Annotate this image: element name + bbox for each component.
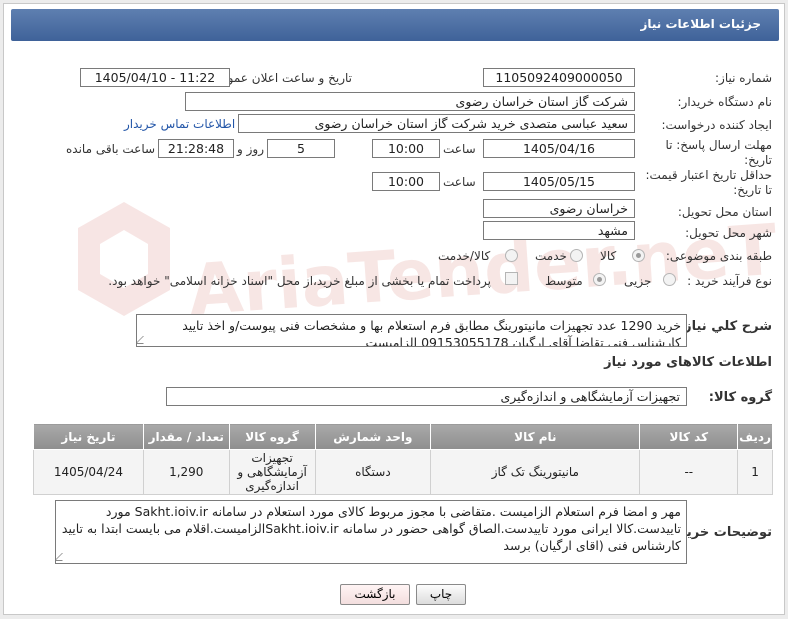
- deadline-time-label: ساعت: [443, 142, 476, 156]
- buyer-notes-textarea[interactable]: مهر و امضا فرم استعلام الزامیست .متقاضی …: [55, 500, 687, 564]
- purchase-medium-label: متوسط: [545, 274, 583, 288]
- days-label: روز و: [237, 142, 264, 156]
- buyer-org-label: نام دستگاه خریدار:: [677, 95, 773, 109]
- deadline-date-field: 1405/04/16: [483, 139, 635, 158]
- validity-label-line2: تا تاریخ:: [733, 183, 772, 197]
- category-goods-label: کالا: [600, 249, 617, 263]
- remaining-time-field: 21:28:48: [158, 139, 234, 158]
- province-field: خراسان رضوی: [483, 199, 635, 218]
- validity-time-label: ساعت: [443, 175, 476, 189]
- creator-field: سعید عباسی متصدی خرید شرکت گاز استان خرا…: [238, 114, 635, 133]
- purchase-type-label: نوع فرآیند خرید :: [687, 274, 772, 288]
- category-goods-service-radio[interactable]: [505, 249, 518, 262]
- purchase-medium-radio[interactable]: [593, 273, 606, 286]
- description-text: خرید 1290 عدد تجهیزات مانیتورینگ مطابق ف…: [182, 318, 681, 347]
- purchase-small-radio[interactable]: [663, 273, 676, 286]
- validity-date-field: 1405/05/15: [483, 172, 635, 191]
- category-goods-radio[interactable]: [632, 249, 645, 262]
- days-field: 5: [267, 139, 335, 158]
- buyer-notes-text: مهر و امضا فرم استعلام الزامیست .متقاضی …: [61, 504, 681, 553]
- col-row: ردیف: [737, 423, 773, 450]
- city-label: شهر محل تحویل:: [685, 226, 772, 240]
- page-title: جزئیات اطلاعات نیاز: [640, 17, 761, 31]
- col-unit: واحد شمارش: [314, 423, 432, 450]
- cell-code: --: [639, 449, 739, 495]
- back-button[interactable]: بازگشت: [340, 584, 410, 605]
- resize-grip-icon[interactable]: [137, 336, 151, 344]
- validity-time-field: 10:00: [372, 172, 440, 191]
- cell-date: 1405/04/24: [33, 449, 144, 495]
- category-service-label: خدمت: [535, 249, 567, 263]
- cell-name: مانیتورینگ تک گاز: [430, 449, 641, 495]
- category-goods-service-label: کالا/خدمت: [438, 249, 491, 263]
- col-name: نام کالا: [430, 423, 641, 450]
- treasury-checkbox[interactable]: [505, 272, 518, 285]
- creator-label: ایجاد کننده درخواست:: [661, 118, 772, 132]
- need-number-label: شماره نیاز:: [715, 71, 772, 85]
- cell-row: 1: [737, 449, 773, 495]
- treasury-note: پرداخت تمام یا بخشی از مبلغ خرید،از محل …: [108, 274, 491, 288]
- table-row: 1 -- مانیتورینگ تک گاز دستگاه تجهیزات آز…: [33, 449, 773, 495]
- cell-unit: دستگاه: [314, 449, 432, 495]
- title-bar: جزئیات اطلاعات نیاز: [11, 9, 779, 41]
- goods-info-heading: اطلاعات کالاهای مورد نیاز: [604, 355, 772, 370]
- resize-grip-icon[interactable]: [56, 553, 70, 561]
- deadline-label-line2: تاریخ:: [744, 153, 772, 167]
- city-field: مشهد: [483, 221, 635, 240]
- buyer-contact-link[interactable]: اطلاعات تماس خریدار: [124, 117, 235, 131]
- cell-qty: 1,290: [142, 449, 230, 495]
- goods-group-field: تجهیزات آزمایشگاهی و اندازه‌گیری: [166, 387, 687, 406]
- col-qty: تعداد / مقدار: [142, 423, 230, 450]
- announce-date-field: 1405/04/10 - 11:22: [80, 68, 230, 87]
- col-group: گروه کالا: [228, 423, 316, 450]
- province-label: استان محل تحویل:: [677, 205, 772, 219]
- goods-table-header: ردیف کد کالا نام کالا واحد شمارش گروه کا…: [33, 423, 773, 450]
- description-label: شرح کلي نياز:: [678, 319, 772, 334]
- remaining-label: ساعت باقی مانده: [66, 142, 156, 156]
- cell-group: تجهیزات آزمایشگاهی و اندازه‌گیری: [228, 449, 316, 495]
- validity-label-line1: حداقل تاریخ اعتبار قیمت:: [645, 168, 772, 182]
- need-number-field: 1105092409000050: [483, 68, 635, 87]
- category-label: طبقه بندی موضوعی:: [665, 249, 772, 263]
- col-code: کد کالا: [639, 423, 739, 450]
- print-button[interactable]: چاپ: [416, 584, 466, 605]
- purchase-small-label: جزیی: [624, 274, 652, 288]
- goods-table: ردیف کد کالا نام کالا واحد شمارش گروه کا…: [33, 423, 773, 495]
- col-date: تاریخ نیاز: [33, 423, 144, 450]
- deadline-label-line1: مهلت ارسال پاسخ: تا: [665, 138, 772, 152]
- deadline-time-field: 10:00: [372, 139, 440, 158]
- goods-group-label: گروه کالا:: [708, 390, 772, 405]
- description-textarea[interactable]: خرید 1290 عدد تجهیزات مانیتورینگ مطابق ف…: [136, 314, 687, 347]
- buyer-org-field: شرکت گاز استان خراسان رضوی: [185, 92, 635, 111]
- category-service-radio[interactable]: [570, 249, 583, 262]
